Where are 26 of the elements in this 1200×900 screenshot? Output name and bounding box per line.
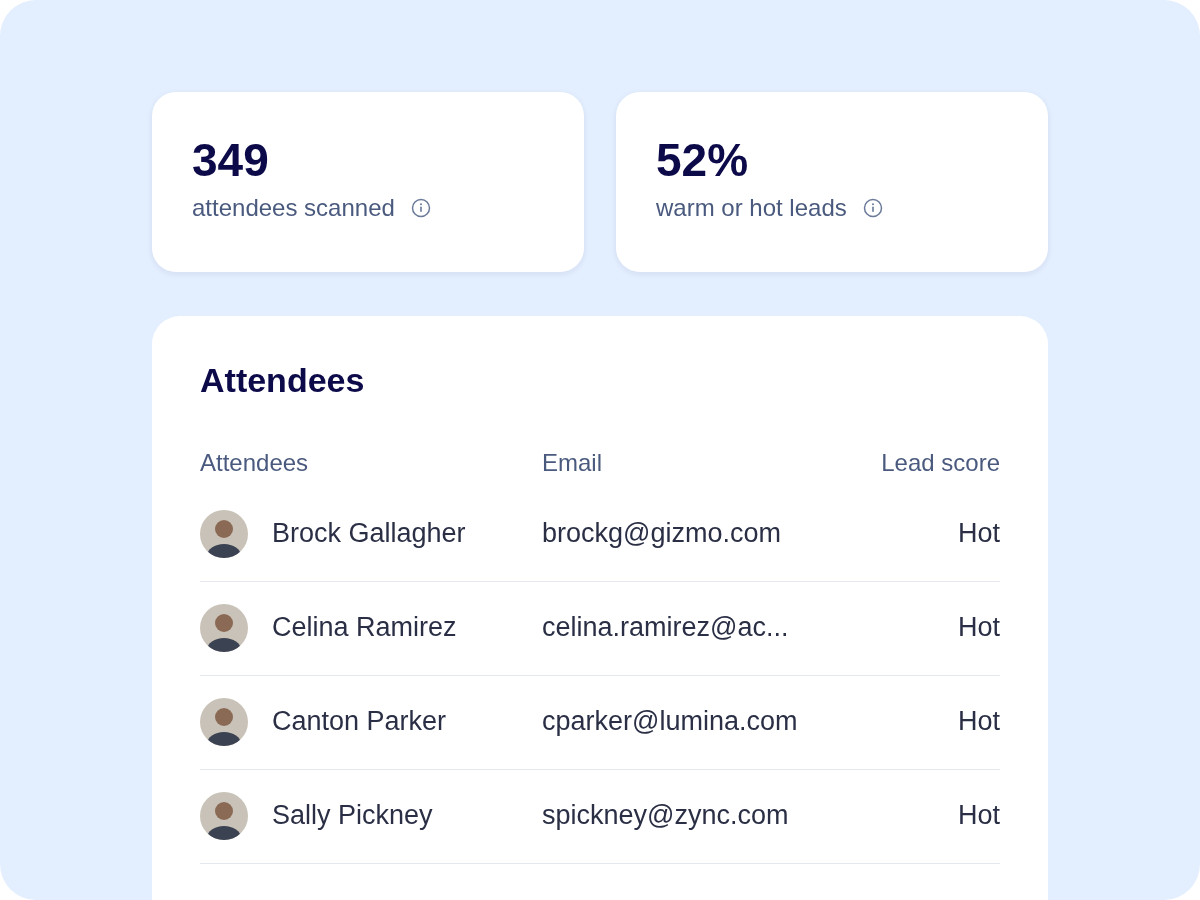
table-cell-text: Canton Parker	[272, 705, 447, 739]
avatar	[200, 697, 248, 746]
stat-label: attendees scanned	[192, 193, 395, 223]
avatar	[200, 509, 248, 558]
table-cell-text: Celina Ramirez	[272, 611, 457, 645]
column-header: Attendees	[200, 448, 310, 478]
column-header: Lead score	[881, 448, 1000, 478]
avatar	[200, 791, 248, 840]
stat-label: warm or hot leads	[656, 193, 847, 223]
stat-value: 349	[192, 134, 270, 186]
info-icon[interactable]	[410, 198, 431, 218]
stat-value: 52%	[656, 134, 750, 186]
table-cell-text: spickney@zync.com	[542, 799, 790, 833]
table-cell-text: cparker@lumina.com	[542, 705, 799, 739]
table-cell-text: Hot	[957, 799, 1000, 833]
table-cell-text: Hot	[957, 611, 1000, 645]
table-title: Attendees	[200, 360, 366, 400]
table-cell-text: Brock Gallagher	[272, 517, 466, 551]
column-header: Email	[542, 448, 603, 478]
table-cell-text: Hot	[957, 517, 1000, 551]
avatar	[200, 603, 248, 652]
table-cell-text: Sally Pickney	[272, 799, 433, 833]
info-icon[interactable]	[862, 198, 883, 218]
table-cell-text: brockg@gizmo.com	[542, 517, 782, 551]
table-cell-text: Hot	[957, 705, 1000, 739]
table-cell-text: celina.ramirez@ac...	[542, 611, 790, 645]
